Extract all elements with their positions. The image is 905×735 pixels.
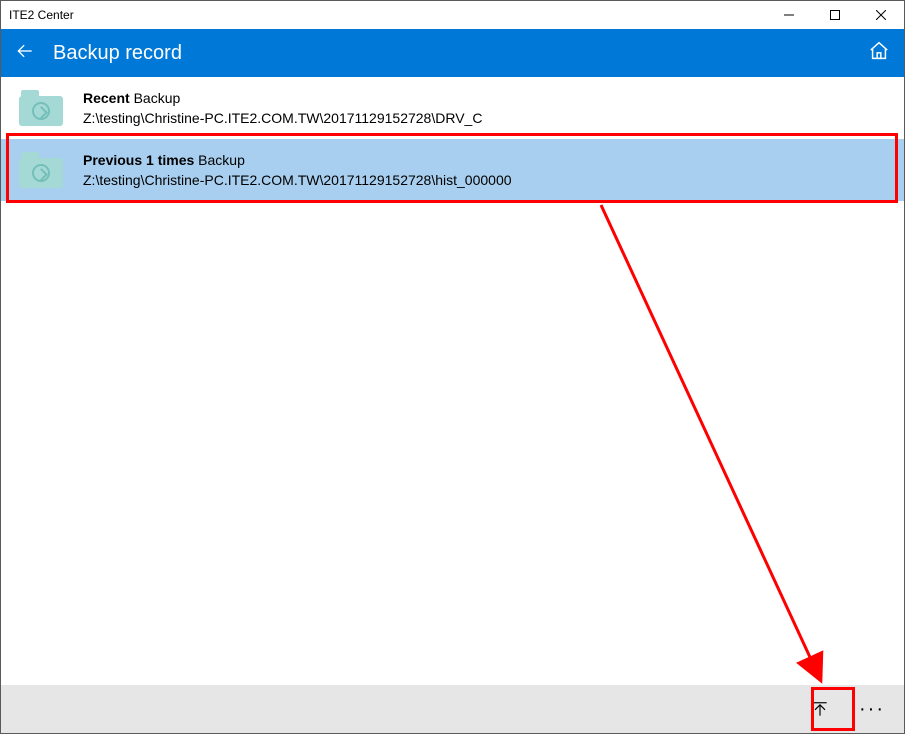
list-item-recent[interactable]: Recent Backup Z:\testing\Christine-PC.IT… — [1, 77, 904, 139]
window-title: ITE2 Center — [9, 8, 74, 22]
app-header: Backup record — [1, 29, 904, 77]
list-item-title-bold: Recent — [83, 90, 130, 106]
list-item-path: Z:\testing\Christine-PC.ITE2.COM.TW\2017… — [83, 110, 482, 126]
folder-backup-icon — [19, 90, 63, 126]
list-item-title-rest: Backup — [134, 90, 181, 106]
window-titlebar: ITE2 Center — [1, 1, 904, 29]
window-controls — [766, 1, 904, 29]
list-item-text: Previous 1 times Backup Z:\testing\Chris… — [83, 152, 512, 188]
restore-up-button[interactable] — [798, 687, 842, 731]
list-item-path: Z:\testing\Christine-PC.ITE2.COM.TW\2017… — [83, 172, 512, 188]
close-button[interactable] — [858, 1, 904, 29]
command-bar: ··· — [1, 685, 904, 733]
page-title: Backup record — [53, 42, 182, 65]
home-button[interactable] — [868, 40, 890, 67]
minimize-button[interactable] — [766, 1, 812, 29]
list-item-title-bold: Previous 1 times — [83, 152, 194, 168]
list-item-previous[interactable]: Previous 1 times Backup Z:\testing\Chris… — [1, 139, 904, 201]
back-button[interactable] — [15, 41, 35, 66]
list-item-title-rest: Backup — [198, 152, 245, 168]
backup-list: Recent Backup Z:\testing\Christine-PC.IT… — [1, 77, 904, 201]
folder-backup-icon — [19, 152, 63, 188]
list-item-text: Recent Backup Z:\testing\Christine-PC.IT… — [83, 90, 482, 126]
list-item-title: Recent Backup — [83, 90, 482, 106]
list-item-title: Previous 1 times Backup — [83, 152, 512, 168]
more-button[interactable]: ··· — [850, 698, 894, 721]
maximize-button[interactable] — [812, 1, 858, 29]
